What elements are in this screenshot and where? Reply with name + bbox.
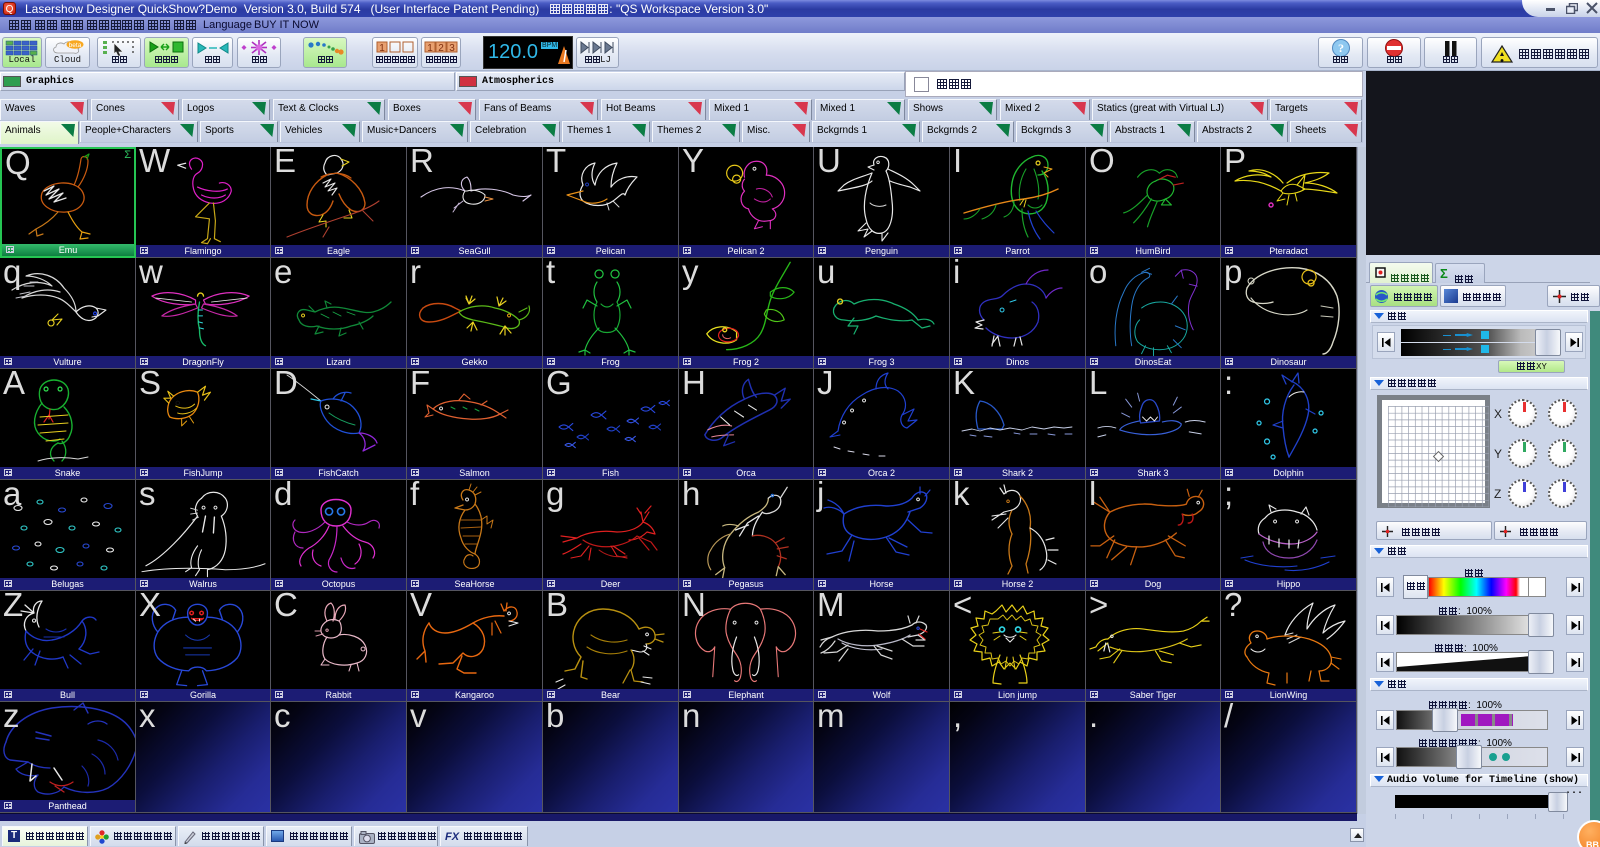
svg-text:?: ?	[1338, 41, 1344, 55]
svg-text:1: 1	[427, 43, 433, 54]
svg-text:3: 3	[449, 43, 455, 54]
svg-text:1: 1	[379, 43, 385, 54]
svg-text:2: 2	[438, 43, 444, 54]
svg-text:beta: beta	[68, 42, 81, 49]
